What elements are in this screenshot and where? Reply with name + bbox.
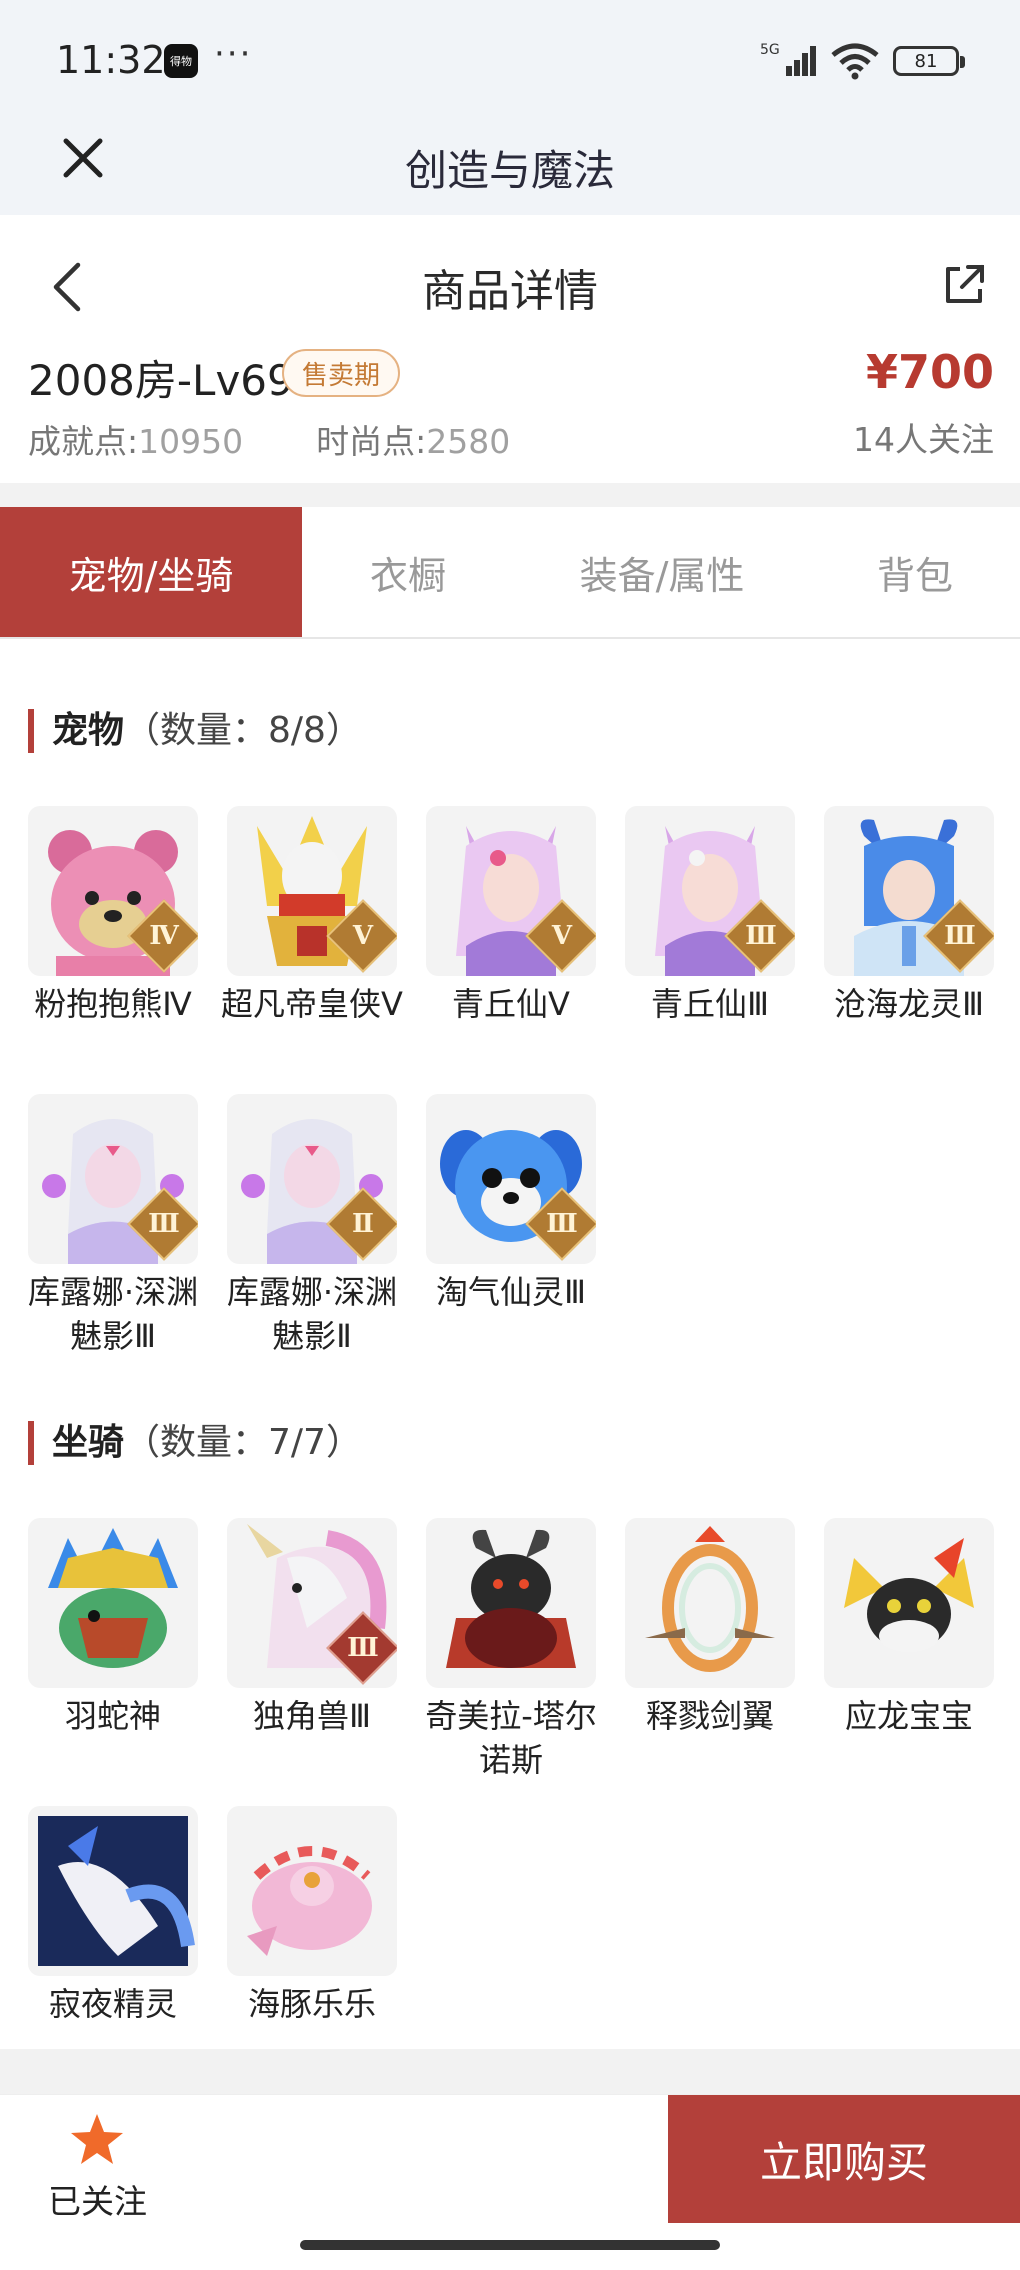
status-bar: 11:32 得物 ··· 5G 81: [0, 0, 1020, 115]
rank-label: Ⅲ: [546, 1209, 578, 1239]
pet-item[interactable]: Ⅳ 粉抱抱熊Ⅳ: [28, 806, 200, 1026]
tab-equipment[interactable]: 装备/属性: [514, 507, 810, 637]
chimera-image: [446, 1529, 576, 1668]
category-tabs: 宠物/坐骑 衣橱 装备/属性 背包: [0, 507, 1020, 639]
mount-thumbnail: [625, 1518, 795, 1688]
page-title: 商品详情: [422, 266, 598, 317]
mount-name: 独角兽Ⅲ: [252, 1697, 372, 1735]
battery-icon: 81: [893, 46, 965, 76]
pet-item[interactable]: Ⅲ 青丘仙Ⅲ: [625, 806, 797, 1026]
pet-thumbnail: Ⅲ: [824, 806, 994, 976]
pet-item[interactable]: Ⅴ 超凡帝皇侠Ⅴ: [221, 806, 403, 1026]
mount-item[interactable]: 寂夜精灵: [28, 1806, 200, 2026]
pet-name: 沧海龙灵Ⅲ: [833, 985, 985, 1023]
pet-item[interactable]: Ⅲ 库露娜·深渊魅影Ⅲ: [28, 1094, 200, 1358]
pets-title: 宠物: [52, 710, 125, 751]
pets-mounts-content: 宠物（数量：8/8） Ⅳ 粉抱抱熊Ⅳ Ⅴ 超凡帝皇侠Ⅴ Ⅴ 青丘仙Ⅴ Ⅲ 青丘仙…: [0, 639, 1020, 2049]
mount-name: 寂夜精灵: [48, 1985, 177, 2023]
mount-name: 羽蛇神: [64, 1697, 161, 1735]
sale-status-badge: 售卖期: [282, 349, 401, 397]
pet-item[interactable]: Ⅱ 库露娜·深渊魅影Ⅱ: [227, 1094, 399, 1358]
achievement-value: 10950: [138, 422, 244, 461]
rank-label: Ⅴ: [352, 921, 374, 951]
pet-name: 粉抱抱熊Ⅳ: [34, 985, 192, 1023]
app-header: 创造与魔法: [0, 115, 1020, 215]
svg-text:5G: 5G: [760, 42, 780, 58]
mount-name: 应龙宝宝: [844, 1697, 973, 1735]
pets-count: （数量：8/8）: [124, 710, 362, 751]
mount-thumbnail: Ⅲ: [227, 1518, 397, 1688]
star-icon[interactable]: [68, 2111, 126, 2169]
mount-thumbnail: [28, 1806, 198, 1976]
wifi-icon: [831, 43, 879, 80]
more-notifications-icon: ···: [214, 34, 253, 74]
rank-label: Ⅱ: [352, 1209, 374, 1239]
price: ¥700: [865, 345, 994, 399]
mount-thumbnail: [824, 1518, 994, 1688]
pet-thumbnail: Ⅲ: [28, 1094, 198, 1264]
achievement-label: 成就点:: [28, 422, 139, 461]
buy-now-button[interactable]: 立即购买: [668, 2095, 1020, 2223]
home-indicator[interactable]: [300, 2240, 720, 2250]
rank-label: Ⅴ: [551, 921, 573, 951]
app-title: 创造与魔法: [404, 146, 615, 195]
pet-item[interactable]: Ⅲ 沧海龙灵Ⅲ: [824, 806, 996, 1026]
signal-icon: 5G: [760, 42, 816, 76]
tab-wardrobe[interactable]: 衣橱: [302, 507, 514, 637]
pet-thumbnail: Ⅴ: [426, 806, 596, 976]
mount-thumbnail: [426, 1518, 596, 1688]
pet-name: 淘气仙灵Ⅲ: [435, 1273, 587, 1311]
fashion-label: 时尚点:: [316, 422, 427, 461]
rank-label: Ⅳ: [149, 921, 179, 951]
pet-name: 库露娜·深渊魅影Ⅲ: [27, 1273, 199, 1355]
tab-pets-mounts[interactable]: 宠物/坐骑: [0, 507, 302, 637]
rank-label: Ⅲ: [745, 921, 777, 951]
share-icon[interactable]: [940, 261, 988, 309]
rank-label: Ⅲ: [944, 921, 976, 951]
app-notification-icon: 得物: [164, 44, 198, 78]
mount-thumbnail: [28, 1518, 198, 1688]
night-sprite-image: [38, 1816, 195, 1966]
follower-count: 14人关注: [853, 420, 994, 459]
mount-item[interactable]: 释戮剑翼: [625, 1518, 797, 1738]
mount-thumbnail: [227, 1806, 397, 1976]
product-name: 2008房-Lv69: [28, 356, 294, 405]
mount-name: 奇美拉-塔尔诺斯: [425, 1697, 597, 1779]
follow-label[interactable]: 已关注: [48, 2175, 147, 2223]
rank-label: Ⅲ: [148, 1209, 180, 1239]
status-time: 11:32: [56, 38, 166, 82]
mount-item[interactable]: 海豚乐乐: [227, 1806, 399, 2026]
baby-dragon-image: [844, 1538, 974, 1652]
rank-label: Ⅲ: [347, 1633, 379, 1663]
pet-name: 青丘仙Ⅴ: [452, 985, 570, 1023]
sword-wings-image: [645, 1526, 775, 1672]
mount-name: 释戮剑翼: [645, 1697, 774, 1735]
pet-thumbnail: Ⅴ: [227, 806, 397, 976]
pet-thumbnail: Ⅲ: [625, 806, 795, 976]
product-stats: 成就点:10950 时尚点:2580: [28, 415, 510, 463]
mount-item[interactable]: 奇美拉-塔尔诺斯: [425, 1518, 598, 1782]
mount-name: 海豚乐乐: [247, 1985, 376, 2023]
pet-name: 超凡帝皇侠Ⅴ: [221, 985, 403, 1023]
mount-item[interactable]: 羽蛇神: [28, 1518, 200, 1738]
mounts-title: 坐骑: [52, 1422, 125, 1463]
product-detail-card: 商品详情 2008房-Lv69 售卖期 ¥700 成就点:10950 时尚点:2…: [0, 215, 1020, 483]
fashion-value: 2580: [426, 422, 511, 461]
pet-item[interactable]: Ⅴ 青丘仙Ⅴ: [426, 806, 598, 1026]
dolphin-image: [247, 1846, 372, 1956]
pet-item[interactable]: Ⅲ 淘气仙灵Ⅲ: [426, 1094, 598, 1314]
pet-thumbnail: Ⅲ: [426, 1094, 596, 1264]
pet-thumbnail: Ⅳ: [28, 806, 198, 976]
pets-section-title: 宠物（数量：8/8）: [28, 709, 362, 753]
feathered-serpent-image: [48, 1528, 178, 1668]
mounts-section-title: 坐骑（数量：7/7）: [28, 1421, 362, 1465]
pet-name: 青丘仙Ⅲ: [650, 985, 770, 1023]
mounts-count: （数量：7/7）: [124, 1422, 362, 1463]
pet-name: 库露娜·深渊魅影Ⅱ: [226, 1273, 398, 1355]
mount-item[interactable]: Ⅲ 独角兽Ⅲ: [227, 1518, 399, 1738]
pet-thumbnail: Ⅱ: [227, 1094, 397, 1264]
mount-item[interactable]: 应龙宝宝: [824, 1518, 996, 1738]
tab-backpack[interactable]: 背包: [810, 507, 1020, 637]
